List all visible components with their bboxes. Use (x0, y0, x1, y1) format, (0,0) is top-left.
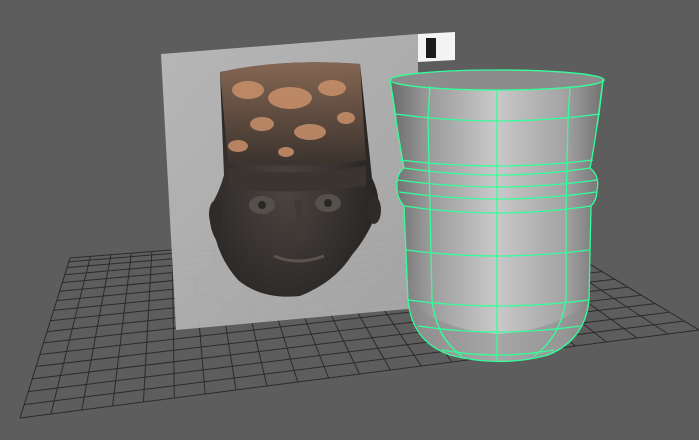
grid-line (81, 254, 112, 411)
grid-line (50, 256, 91, 415)
viewport-scene[interactable] (0, 0, 699, 440)
grid-line (19, 257, 71, 419)
grid-line (142, 251, 153, 403)
grid-line (19, 329, 699, 419)
camera-marker (418, 32, 455, 62)
vessel-model[interactable] (389, 69, 605, 363)
camera-marker-notch (426, 38, 436, 58)
3d-viewport[interactable] (0, 0, 699, 440)
grid-line (112, 253, 132, 407)
